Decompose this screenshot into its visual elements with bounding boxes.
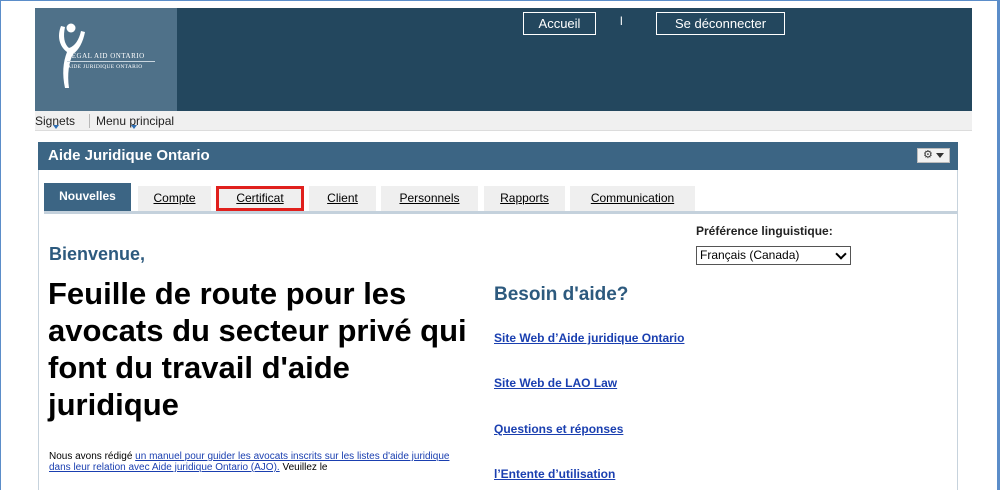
tab-nouvelles[interactable]: Nouvelles bbox=[44, 183, 131, 211]
tab-label: Rapports bbox=[500, 191, 549, 205]
site-header: LEGAL AID ONTARIO AIDE JURIDIQUE ONTARIO… bbox=[35, 8, 972, 111]
header-separator: l bbox=[620, 14, 623, 28]
language-selected-value: Français (Canada) bbox=[700, 248, 800, 262]
intro-prefix: Nous avons rédigé bbox=[49, 451, 136, 462]
tab-communication[interactable]: Communication bbox=[570, 186, 695, 211]
bookmarks-caret-icon bbox=[53, 125, 59, 129]
language-select[interactable]: Français (Canada) bbox=[696, 246, 851, 265]
tab-personnels[interactable]: Personnels bbox=[381, 186, 478, 211]
menu-bar: Signets Menu principal bbox=[35, 111, 972, 131]
lao-website-link[interactable]: Site Web d’Aide juridique Ontario bbox=[494, 331, 684, 345]
tab-label: Certificat bbox=[236, 191, 284, 205]
help-heading: Besoin d'aide? bbox=[494, 284, 629, 305]
welcome-heading: Bienvenue, bbox=[49, 244, 146, 264]
logo-text-french: AIDE JURIDIQUE ONTARIO bbox=[67, 64, 143, 70]
tab-client[interactable]: Client bbox=[309, 186, 376, 211]
panel-header: Aide Juridique Ontario ⚙ bbox=[38, 142, 958, 170]
intro-suffix: Veuillez le bbox=[279, 462, 328, 473]
tab-label: Personnels bbox=[399, 191, 460, 205]
logout-button[interactable]: Se déconnecter bbox=[656, 12, 785, 35]
page-title: Feuille de route pour les avocats du sec… bbox=[48, 276, 467, 422]
tabs-underline bbox=[44, 211, 957, 214]
home-button[interactable]: Accueil bbox=[523, 12, 596, 35]
language-label: Préférence linguistique: bbox=[696, 224, 833, 238]
logo-rule bbox=[67, 61, 155, 62]
chevron-down-icon bbox=[835, 248, 847, 260]
chevron-down-icon bbox=[936, 153, 944, 158]
menu-divider bbox=[89, 114, 90, 128]
tab-label: Communication bbox=[590, 191, 675, 205]
tab-compte[interactable]: Compte bbox=[138, 186, 211, 211]
tab-rapports[interactable]: Rapports bbox=[484, 186, 565, 211]
gear-icon: ⚙ bbox=[923, 149, 933, 161]
intro-paragraph: Nous avons rédigé un manuel pour guider … bbox=[49, 451, 469, 473]
legal-aid-ontario-logo[interactable]: LEGAL AID ONTARIO AIDE JURIDIQUE ONTARIO bbox=[35, 8, 177, 111]
tab-label: Nouvelles bbox=[59, 189, 116, 203]
user-agreement-link[interactable]: l’Entente d’utilisation bbox=[494, 467, 615, 481]
page-options-button[interactable]: ⚙ bbox=[917, 148, 950, 163]
tab-label: Compte bbox=[153, 191, 196, 205]
panel-title: Aide Juridique Ontario bbox=[48, 147, 210, 164]
faq-link[interactable]: Questions et réponses bbox=[494, 422, 623, 436]
tab-certificat[interactable]: Certificat bbox=[216, 186, 304, 211]
lao-law-website-link[interactable]: Site Web de LAO Law bbox=[494, 376, 617, 390]
tab-label: Client bbox=[327, 191, 358, 205]
main-menu-caret-icon bbox=[131, 125, 137, 129]
logo-text-english: LEGAL AID ONTARIO bbox=[67, 52, 145, 60]
